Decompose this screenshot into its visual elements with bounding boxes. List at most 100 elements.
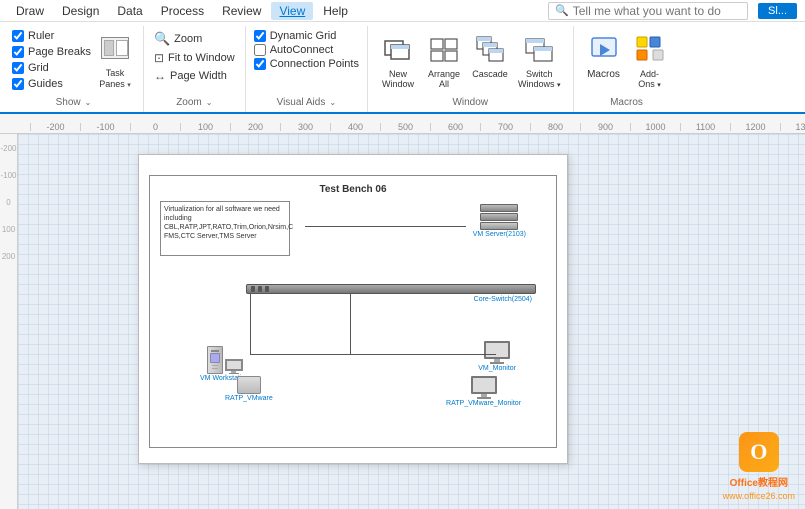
new-window-label: NewWindow xyxy=(382,69,414,89)
cascade-button[interactable]: Cascade xyxy=(468,30,512,81)
add-ons-button[interactable]: Add-Ons ▾ xyxy=(628,30,672,91)
add-ons-label: Add-Ons ▾ xyxy=(638,69,661,89)
conn-v-line1 xyxy=(250,294,251,354)
side-ruler-tick: 200 xyxy=(2,252,15,261)
main-area: -200 -100 0 100 200 300 400 500 600 700 … xyxy=(0,114,805,509)
grid-label: Grid xyxy=(28,62,49,74)
window-group-label: Window xyxy=(376,95,565,112)
ruler-tick: 300 xyxy=(280,123,330,131)
ruler-label: Ruler xyxy=(28,30,54,42)
ratp-vmware-monitor-group: RATP_VMware_Monitor xyxy=(446,376,521,407)
ruler-tick: 500 xyxy=(380,123,430,131)
macros-button[interactable]: Macros xyxy=(582,30,626,82)
switch-windows-button[interactable]: SwitchWindows ▾ xyxy=(514,30,565,91)
side-ruler: -200 -100 0 100 200 xyxy=(0,134,18,509)
guides-checkbox[interactable]: Guides xyxy=(12,78,91,90)
ruler-tick: -100 xyxy=(80,123,130,131)
task-panes-label: TaskPanes ▾ xyxy=(99,68,131,90)
ribbon-group-macros: Macros Add-Ons ▾ Macros xyxy=(574,26,680,112)
menu-review[interactable]: Review xyxy=(214,2,269,20)
menu-draw[interactable]: Draw xyxy=(8,2,52,20)
core-switch-label: Core-Switch(2504) xyxy=(474,296,532,303)
vm-monitor-icon xyxy=(484,341,510,364)
add-ons-icon xyxy=(632,32,668,68)
canvas-area[interactable]: Test Bench 06 Virtualization for all sof… xyxy=(18,134,805,509)
diagram-title: Test Bench 06 xyxy=(319,184,386,195)
dynamic-grid-input[interactable] xyxy=(254,30,266,42)
task-panes-button[interactable]: TaskPanes ▾ xyxy=(95,26,135,94)
page-breaks-checkbox-input[interactable] xyxy=(12,46,24,58)
guides-label: Guides xyxy=(28,78,63,90)
page-breaks-label: Page Breaks xyxy=(28,46,91,58)
connection-points-input[interactable] xyxy=(254,58,266,70)
office-url: www.office26.com xyxy=(723,491,795,501)
ratp-vmware-monitor-icon xyxy=(471,376,497,399)
fit-to-window-button[interactable]: ⊡ Fit to Window xyxy=(152,50,237,66)
ribbon: Ruler Page Breaks Grid Guides xyxy=(0,22,805,114)
page-width-label: Page Width xyxy=(170,70,227,82)
zoom-icon: 🔍 xyxy=(154,31,170,47)
ruler-tick: -200 xyxy=(30,123,80,131)
conn-v-line2 xyxy=(350,294,351,354)
menu-view[interactable]: View xyxy=(271,2,313,20)
search-input[interactable] xyxy=(573,4,741,18)
ratp-vmware-monitor-label: RATP_VMware_Monitor xyxy=(446,400,521,407)
side-ruler-tick: 0 xyxy=(6,198,10,207)
menu-help[interactable]: Help xyxy=(315,2,356,20)
side-ruler-tick: -100 xyxy=(0,171,16,180)
window-buttons: NewWindow ArrangeAll xyxy=(376,26,565,95)
ratp-vmware-icon xyxy=(237,376,261,394)
grid-checkbox[interactable]: Grid xyxy=(12,62,91,74)
canvas-wrapper: -200 -100 0 100 200 Test Bench 06 Virtua… xyxy=(0,134,805,509)
new-window-icon xyxy=(380,32,416,68)
office-watermark: O Office教程网 www.office26.com xyxy=(723,432,795,501)
menu-process[interactable]: Process xyxy=(153,2,212,20)
ratp-vmware-label: RATP_VMware xyxy=(225,395,273,402)
cascade-icon xyxy=(472,32,508,68)
conn-h-line1 xyxy=(305,226,466,227)
ruler-tick: 100 xyxy=(180,123,230,131)
autoconnect-input[interactable] xyxy=(254,44,266,56)
page-breaks-checkbox[interactable]: Page Breaks xyxy=(12,46,91,58)
show-group-label: Show ⌄ xyxy=(12,95,135,112)
new-window-button[interactable]: NewWindow xyxy=(376,30,420,91)
show-expand-icon[interactable]: ⌄ xyxy=(85,98,92,107)
arrange-all-label: ArrangeAll xyxy=(428,69,460,89)
zoom-button[interactable]: 🔍 Zoom xyxy=(152,30,237,48)
side-ruler-tick: 100 xyxy=(2,225,15,234)
zoom-label: Zoom xyxy=(174,33,202,45)
ruler-tick: 1000 xyxy=(630,123,680,131)
page-width-button[interactable]: ↔ Page Width xyxy=(152,68,237,84)
zoom-expand-icon[interactable]: ⌄ xyxy=(206,98,213,107)
ruler-tick: 1200 xyxy=(730,123,780,131)
ribbon-group-visual-aids: Dynamic Grid AutoConnect Connection Poin… xyxy=(246,26,368,112)
arrange-all-button[interactable]: ArrangeAll xyxy=(422,30,466,91)
ruler-checkbox-input[interactable] xyxy=(12,30,24,42)
visual-aids-checkboxes: Dynamic Grid AutoConnect Connection Poin… xyxy=(254,26,359,74)
fit-to-window-label: Fit to Window xyxy=(168,52,235,64)
menu-design[interactable]: Design xyxy=(54,2,107,20)
cascade-label: Cascade xyxy=(472,69,508,79)
menu-data[interactable]: Data xyxy=(109,2,150,20)
visual-aids-expand-icon[interactable]: ⌄ xyxy=(329,98,336,107)
ruler-tick: 200 xyxy=(230,123,280,131)
macros-label: Macros xyxy=(587,69,620,80)
vm-monitor-label: VM_Monitor xyxy=(478,365,516,372)
dynamic-grid-checkbox[interactable]: Dynamic Grid xyxy=(254,30,359,42)
ruler-tick: 1300 xyxy=(780,123,805,131)
share-button[interactable]: Sl... xyxy=(758,3,797,19)
macros-group-label: Macros xyxy=(582,95,672,112)
office-logo-icon: O xyxy=(739,432,779,472)
guides-checkbox-input[interactable] xyxy=(12,78,24,90)
autoconnect-label: AutoConnect xyxy=(270,44,334,56)
ribbon-group-window: NewWindow ArrangeAll xyxy=(368,26,574,112)
virt-text: Virtualization for all software we need … xyxy=(161,202,289,244)
autoconnect-checkbox[interactable]: AutoConnect xyxy=(254,44,359,56)
visual-aids-group-label: Visual Aids ⌄ xyxy=(254,95,359,112)
ruler-tick: 800 xyxy=(530,123,580,131)
grid-checkbox-input[interactable] xyxy=(12,62,24,74)
search-bar: 🔍 xyxy=(548,2,748,20)
ruler-checkbox[interactable]: Ruler xyxy=(12,30,91,42)
ruler-tick: 600 xyxy=(430,123,480,131)
connection-points-checkbox[interactable]: Connection Points xyxy=(254,58,359,70)
